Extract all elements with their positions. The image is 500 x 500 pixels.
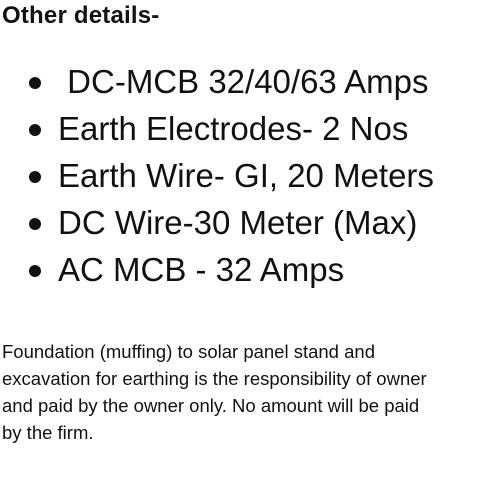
list-item-text: AC MCB - 32 Amps	[58, 251, 345, 288]
details-list: DC-MCB 32/40/63 Amps Earth Electrodes- 2…	[0, 58, 434, 293]
bullet-icon	[29, 171, 41, 183]
list-item: DC Wire-30 Meter (Max)	[0, 199, 434, 246]
bullet-icon	[29, 218, 41, 230]
bullet-icon	[29, 265, 41, 277]
note-line: and paid by the owner only. No amount wi…	[2, 395, 420, 416]
section-heading: Other details-	[2, 2, 160, 29]
list-item: Earth Wire- GI, 20 Meters	[0, 152, 434, 199]
note-line: by the firm.	[2, 422, 94, 443]
list-item-text: DC Wire-30 Meter (Max)	[58, 204, 418, 241]
bullet-icon	[29, 77, 41, 89]
note-line: Foundation (muffing) to solar panel stan…	[2, 341, 375, 362]
responsibility-note: Foundation (muffing) to solar panel stan…	[2, 338, 494, 446]
list-item: Earth Electrodes- 2 Nos	[0, 105, 434, 152]
list-item: AC MCB - 32 Amps	[0, 246, 434, 293]
note-line: excavation for earthing is the responsib…	[2, 368, 427, 389]
list-item-text: DC-MCB 32/40/63 Amps	[58, 63, 429, 100]
list-item-text: Earth Electrodes- 2 Nos	[58, 110, 409, 147]
list-item: DC-MCB 32/40/63 Amps	[0, 58, 434, 105]
list-item-text: Earth Wire- GI, 20 Meters	[58, 157, 434, 194]
bullet-icon	[29, 124, 41, 136]
